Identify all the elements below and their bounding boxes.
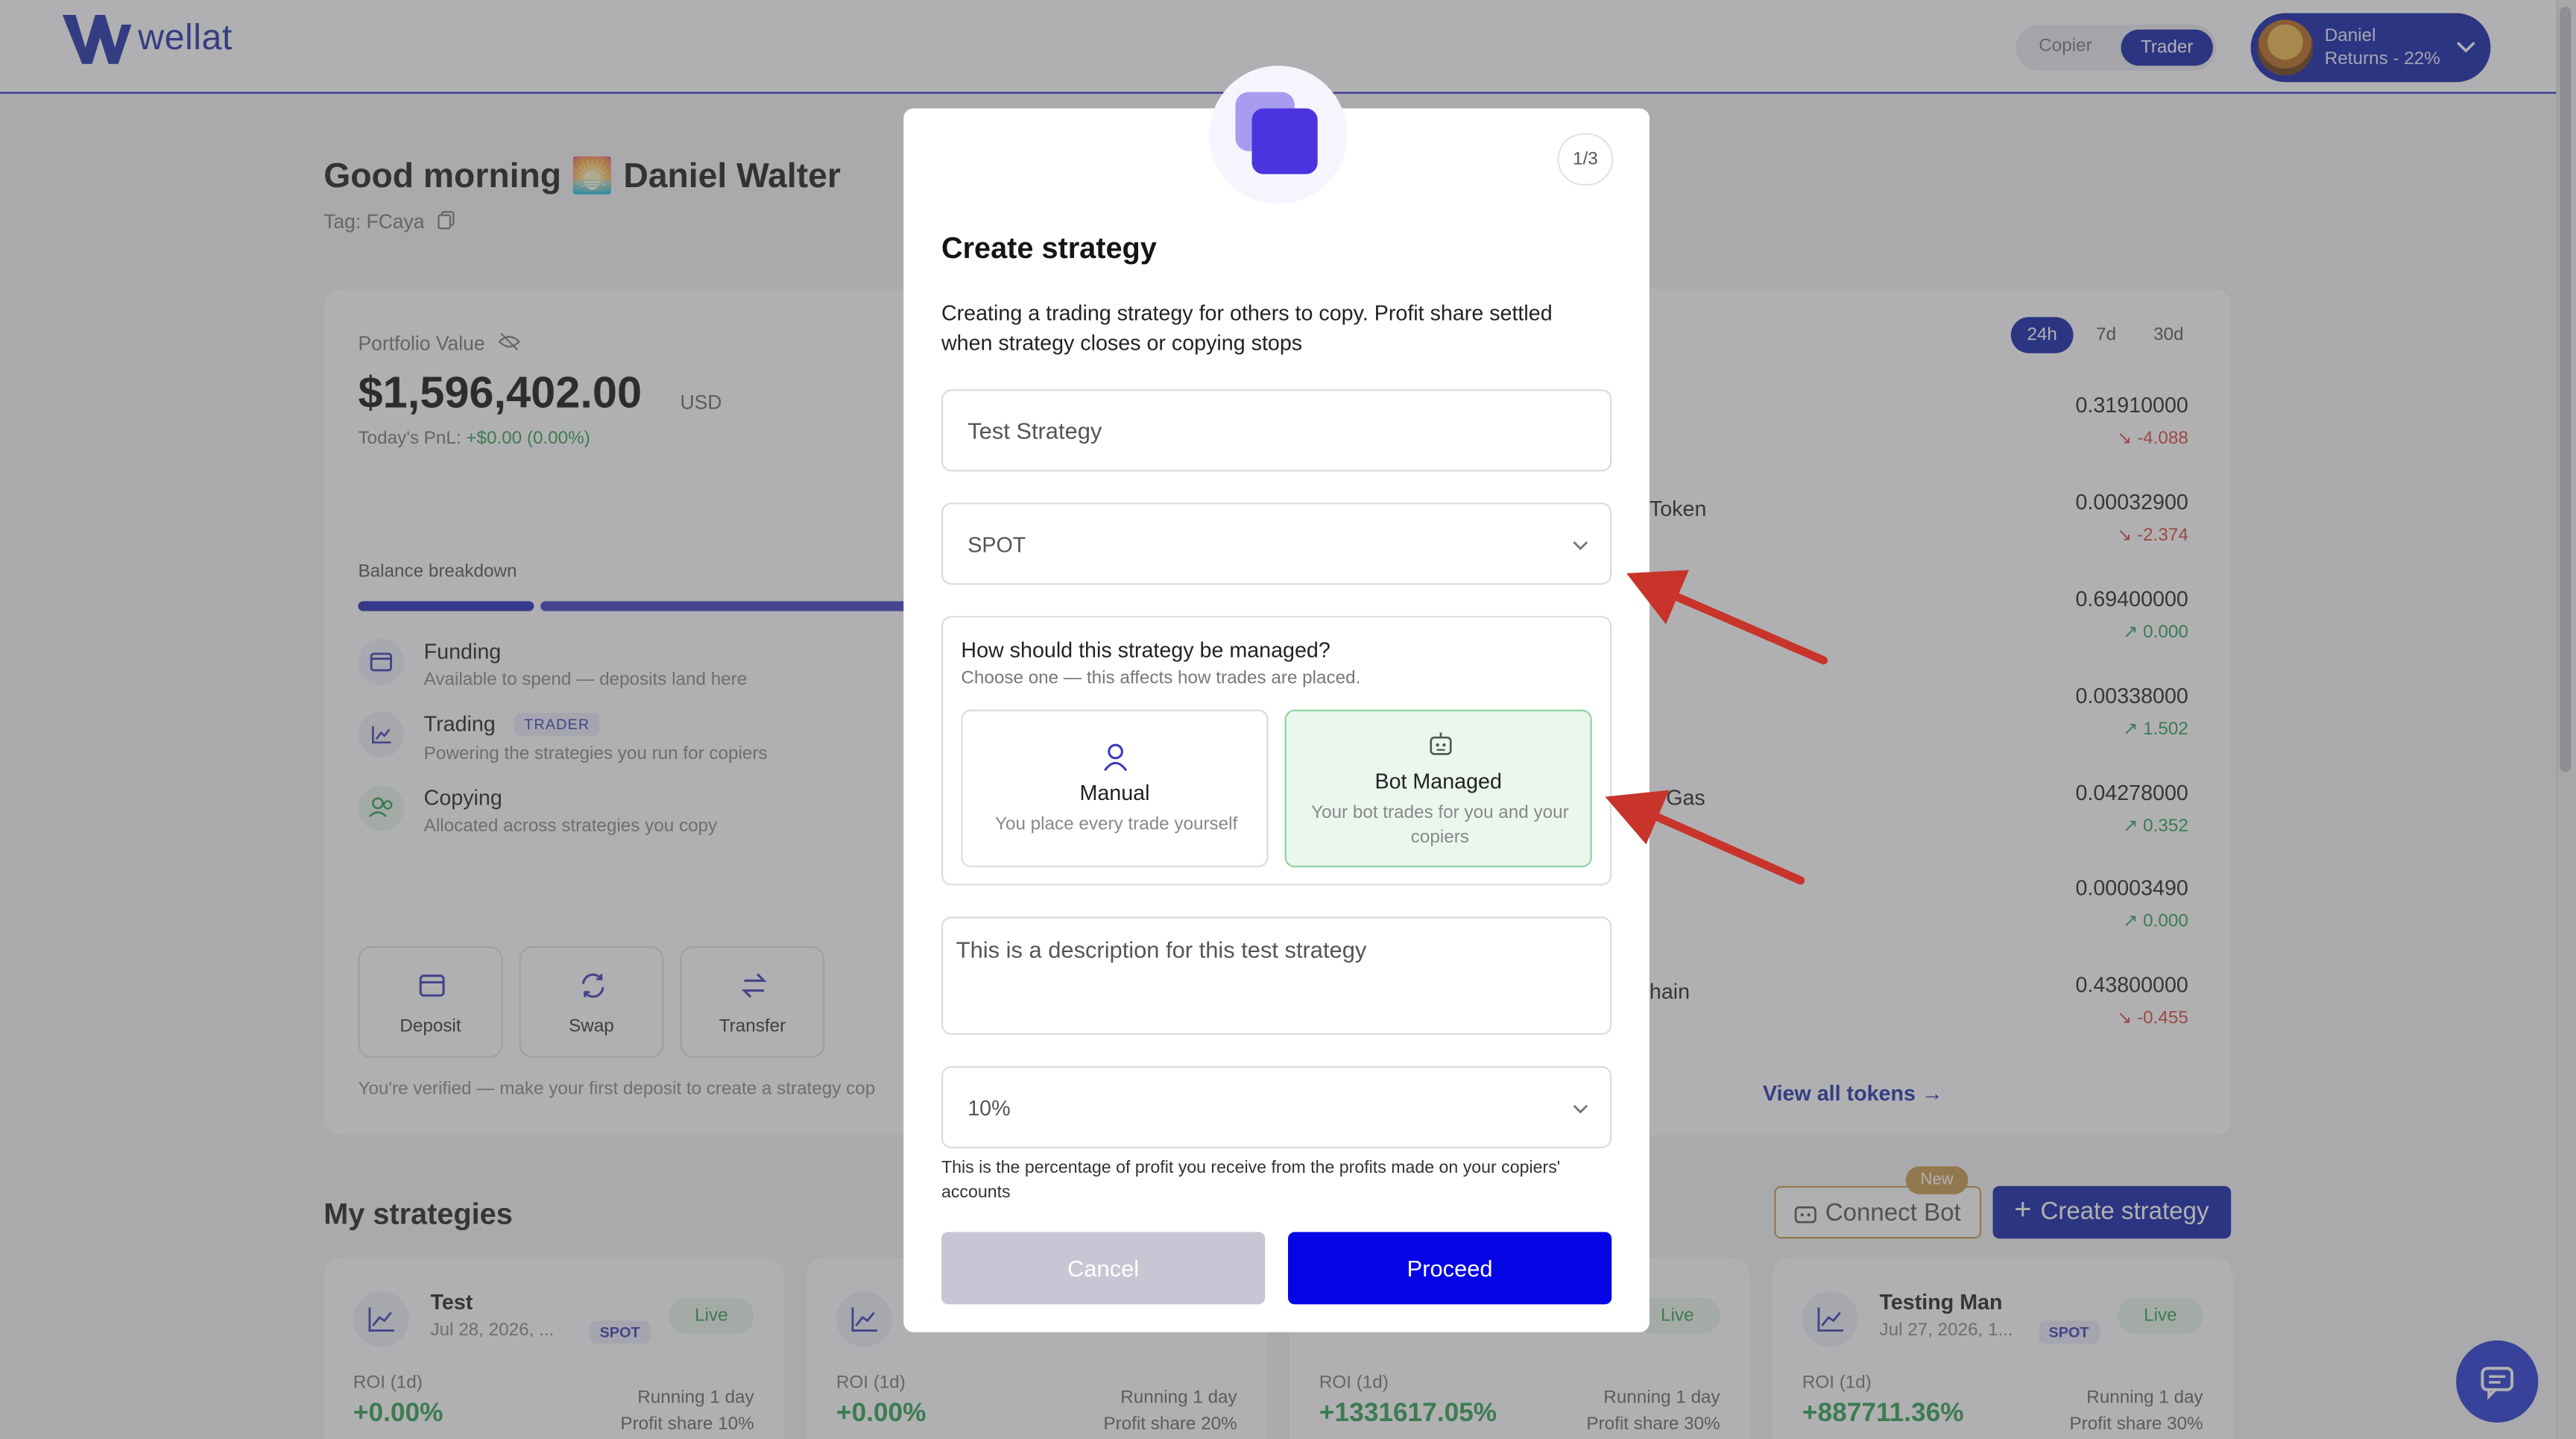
app-stage: wellat Copier Trader Daniel Returns - 22… [0, 0, 2576, 1439]
annotation-arrows [1605, 570, 1828, 885]
arrow-annotation-icon [1626, 570, 1828, 665]
arrow-annotation-icon [1605, 790, 1805, 885]
